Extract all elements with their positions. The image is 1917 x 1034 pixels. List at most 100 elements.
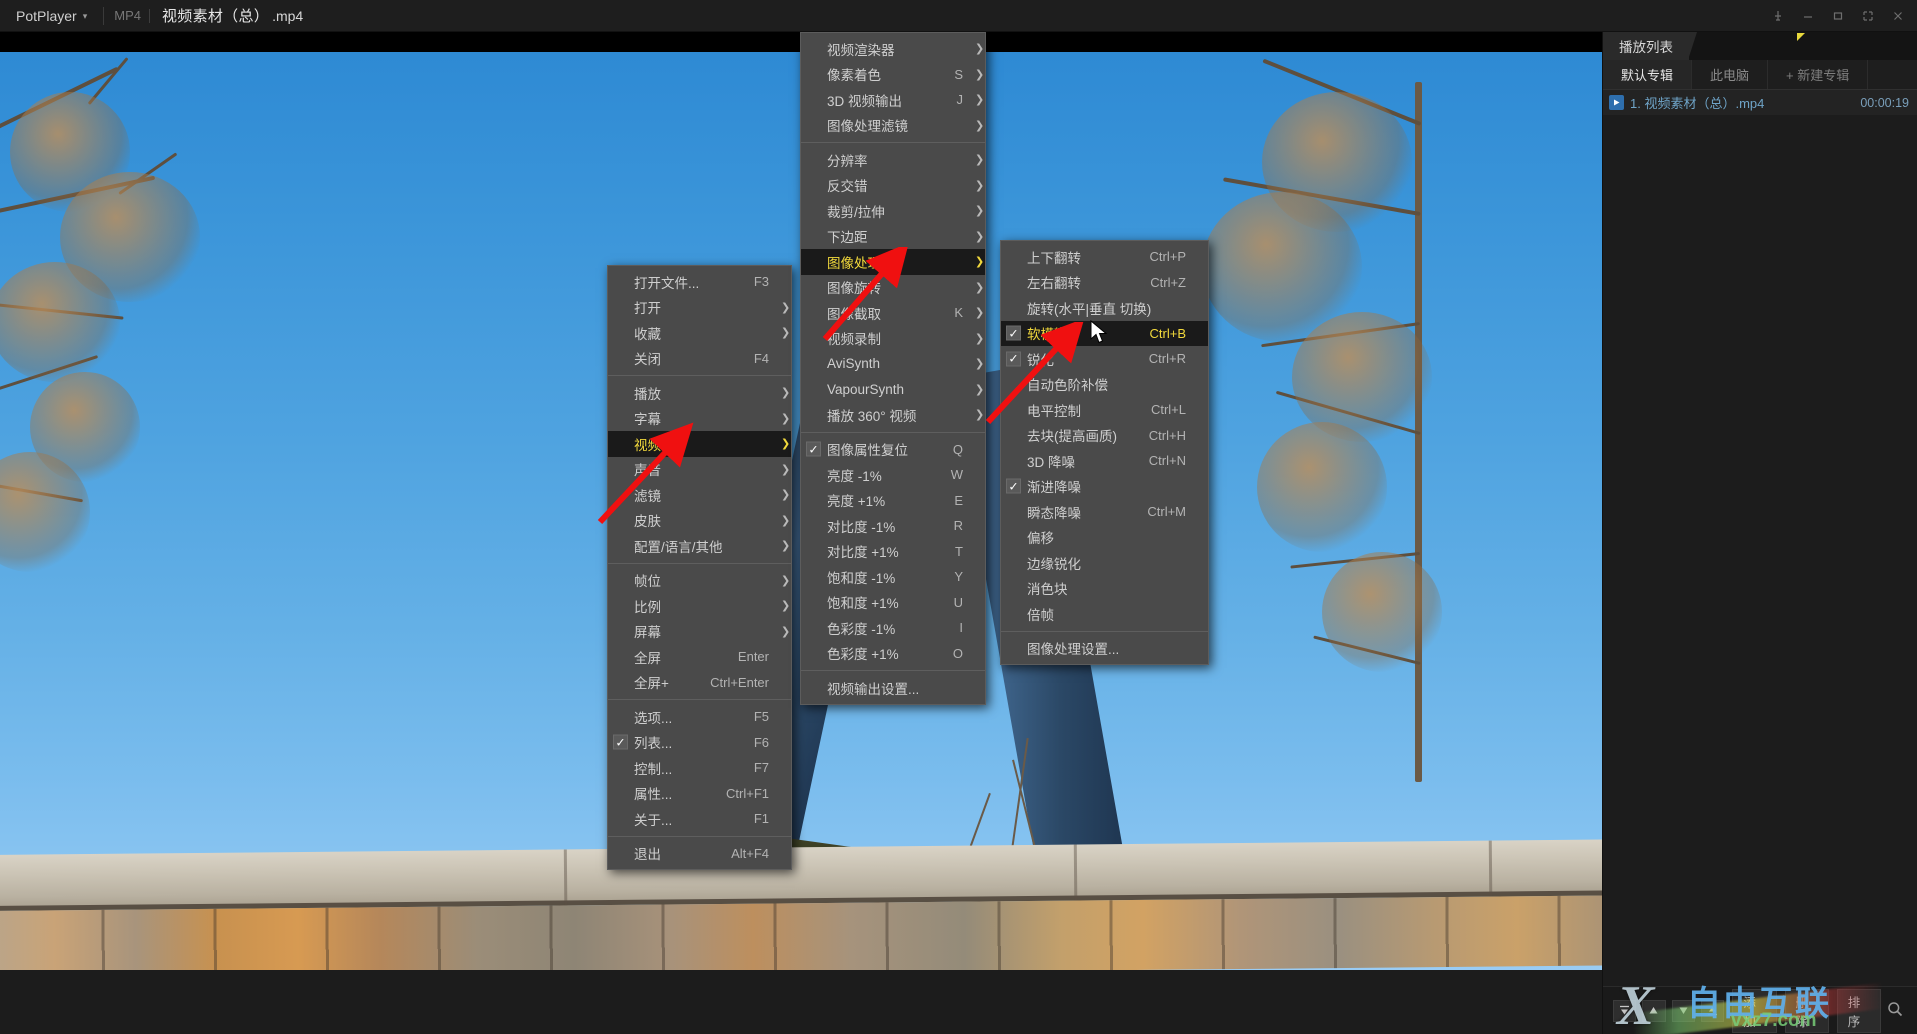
menu-item[interactable]: VapourSynth ❯ bbox=[801, 377, 985, 403]
menu-item[interactable]: 关闭 F4 bbox=[608, 346, 791, 372]
menu-item[interactable]: 视频 ❯ bbox=[608, 431, 791, 457]
menu-item[interactable]: 视频输出设置... bbox=[801, 675, 985, 701]
menu-item-label: 关于... bbox=[634, 812, 673, 828]
menu-item[interactable]: 反交错 ❯ bbox=[801, 173, 985, 199]
tree-left bbox=[0, 57, 270, 712]
menu-item[interactable]: 收藏 ❯ bbox=[608, 320, 791, 346]
pin-icon[interactable] bbox=[1763, 1, 1793, 31]
menu-item-label: 倍帧 bbox=[1027, 607, 1054, 623]
menu-item[interactable]: 全屏+ Ctrl+Enter bbox=[608, 670, 791, 696]
menu-item-shortcut: O bbox=[952, 645, 963, 661]
menu-item[interactable]: 分辨率 ❯ bbox=[801, 147, 985, 173]
menu-item[interactable]: 声音 ❯ bbox=[608, 457, 791, 483]
album-tab-default[interactable]: 默认专辑 bbox=[1603, 60, 1693, 89]
menu-item[interactable]: 视频录制 ❯ bbox=[801, 326, 985, 352]
title-divider bbox=[103, 6, 105, 25]
menu-item[interactable]: 屏幕 ❯ bbox=[608, 619, 791, 645]
submenu-arrow-icon: ❯ bbox=[975, 119, 985, 132]
menu-item[interactable]: 滤镜 ❯ bbox=[608, 482, 791, 508]
menu-item[interactable]: 自动色阶补偿 bbox=[1001, 372, 1208, 398]
chevron-down-icon: ▾ bbox=[82, 11, 88, 21]
menu-item[interactable]: 消色块 bbox=[1001, 576, 1208, 602]
menu-item[interactable]: 色彩度 +1% O bbox=[801, 641, 985, 667]
minimize-icon[interactable] bbox=[1793, 1, 1823, 31]
menu-item[interactable]: 下边距 ❯ bbox=[801, 224, 985, 250]
close-icon[interactable] bbox=[1883, 1, 1913, 31]
menu-item[interactable]: ✓ 渐进降噪 bbox=[1001, 474, 1208, 500]
menu-item-label: 比例 bbox=[634, 599, 661, 615]
menu-item-label: 皮肤 bbox=[634, 514, 661, 530]
menu-item[interactable]: 全屏 Enter bbox=[608, 644, 791, 670]
move-down-button[interactable] bbox=[1671, 999, 1695, 1022]
menu-item[interactable]: 比例 ❯ bbox=[608, 593, 791, 619]
menu-item[interactable]: 打开 ❯ bbox=[608, 295, 791, 321]
move-to-top-button[interactable] bbox=[1613, 999, 1637, 1022]
album-tab-new[interactable]: + 新建专辑 bbox=[1768, 60, 1869, 89]
submenu-arrow-icon: ❯ bbox=[781, 540, 791, 553]
menu-item[interactable]: 对比度 +1% T bbox=[801, 539, 985, 565]
menu-item[interactable]: ✓ 列表... F6 bbox=[608, 730, 791, 756]
menu-item[interactable]: 图像处理 ❯ bbox=[801, 249, 985, 275]
menu-item[interactable]: 控制... F7 bbox=[608, 755, 791, 781]
menu-item[interactable]: 偏移 bbox=[1001, 525, 1208, 551]
menu-item[interactable]: 字幕 ❯ bbox=[608, 406, 791, 432]
menu-item[interactable]: 播放 360° 视频 ❯ bbox=[801, 402, 985, 428]
menu-item[interactable]: 属性... Ctrl+F1 bbox=[608, 781, 791, 807]
menu-item[interactable]: 帧位 ❯ bbox=[608, 568, 791, 594]
menu-item[interactable]: 去块(提高画质) Ctrl+H bbox=[1001, 423, 1208, 449]
menu-item[interactable]: 裁剪/拉伸 ❯ bbox=[801, 198, 985, 224]
menu-item[interactable]: 电平控制 Ctrl+L bbox=[1001, 397, 1208, 423]
menu-item[interactable]: 上下翻转 Ctrl+P bbox=[1001, 244, 1208, 270]
menu-item[interactable]: 退出 Alt+F4 bbox=[608, 841, 791, 867]
menu-item[interactable]: 饱和度 -1% Y bbox=[801, 564, 985, 590]
menu-item[interactable]: 3D 视频输出 J ❯ bbox=[801, 87, 985, 113]
delete-button[interactable]: 删除 bbox=[1784, 988, 1829, 1033]
menu-item[interactable]: 对比度 -1% R bbox=[801, 513, 985, 539]
menu-item[interactable]: 图像截取 K ❯ bbox=[801, 300, 985, 326]
add-button[interactable]: 添加 bbox=[1732, 988, 1777, 1033]
menu-item[interactable]: 图像处理设置... bbox=[1001, 636, 1208, 662]
menu-item[interactable]: ✓ 图像属性复位 Q bbox=[801, 437, 985, 463]
menu-item[interactable]: 倍帧 bbox=[1001, 601, 1208, 627]
video-area[interactable]: 打开文件... F3 打开 ❯ 收藏 ❯ 关闭 F4 播放 ❯ 字幕 ❯ 视频 ❯ 声音 ❯ 滤镜 ❯ 皮肤 ❯ 配置/… bbox=[0, 32, 1602, 970]
main-context-menu[interactable]: 打开文件... F3 打开 ❯ 收藏 ❯ 关闭 F4 播放 ❯ 字幕 ❯ 视频 ❯ 声音 ❯ 滤镜 ❯ 皮肤 ❯ 配置/… bbox=[607, 265, 792, 870]
menu-item[interactable]: 左右翻转 Ctrl+Z bbox=[1001, 270, 1208, 296]
menu-item[interactable]: ✓ 软模糊 Ctrl+B bbox=[1001, 320, 1208, 346]
menu-item[interactable]: 图像旋转 ❯ bbox=[801, 275, 985, 301]
sort-button[interactable]: 排序 bbox=[1836, 988, 1882, 1033]
menu-item[interactable]: 边缘锐化 bbox=[1001, 550, 1208, 576]
move-up-button[interactable] bbox=[1642, 999, 1666, 1022]
menu-item[interactable]: 选项... F5 bbox=[608, 704, 791, 730]
menu-item[interactable]: 皮肤 ❯ bbox=[608, 508, 791, 534]
menu-item-label: 选项... bbox=[634, 710, 673, 726]
search-icon[interactable] bbox=[1887, 1001, 1907, 1021]
tab-playlist[interactable]: 播放列表 bbox=[1603, 32, 1697, 60]
menu-item[interactable]: ✓ 锐化 Ctrl+R bbox=[1001, 346, 1208, 372]
menu-item[interactable]: 亮度 +1% E bbox=[801, 488, 985, 514]
move-to-bottom-button[interactable] bbox=[1700, 999, 1725, 1022]
album-tab-this-pc[interactable]: 此电脑 bbox=[1692, 60, 1769, 89]
maximize-icon[interactable] bbox=[1823, 1, 1853, 31]
menu-item[interactable]: 饱和度 +1% U bbox=[801, 590, 985, 616]
menu-item[interactable]: 视频渲染器 ❯ bbox=[801, 36, 985, 62]
menu-item[interactable]: 图像处理滤镜 ❯ bbox=[801, 113, 985, 139]
playlist-items[interactable]: 1. 视频素材（总）.mp4 00:00:19 bbox=[1603, 90, 1917, 986]
menu-item[interactable]: AviSynth ❯ bbox=[801, 351, 985, 377]
menu-item[interactable]: 旋转(水平|垂直 切换) bbox=[1001, 295, 1208, 321]
menu-item[interactable]: 关于... F1 bbox=[608, 806, 791, 832]
image-processing-submenu[interactable]: 上下翻转 Ctrl+P 左右翻转 Ctrl+Z 旋转(水平|垂直 切换) ✓ 软模糊 Ctrl… bbox=[1000, 240, 1209, 665]
menu-item[interactable]: 像素着色 S ❯ bbox=[801, 62, 985, 88]
menu-item[interactable]: 亮度 -1% W bbox=[801, 462, 985, 488]
menu-item-shortcut: Ctrl+H bbox=[1148, 427, 1186, 443]
menu-item[interactable]: 打开文件... F3 bbox=[608, 269, 791, 295]
menu-item[interactable]: 播放 ❯ bbox=[608, 380, 791, 406]
app-menu-button[interactable]: PotPlayer ▾ bbox=[0, 0, 101, 32]
menu-item[interactable]: 3D 降噪 Ctrl+N bbox=[1001, 448, 1208, 474]
video-submenu[interactable]: 视频渲染器 ❯ 像素着色 S ❯ 3D 视频输出 J ❯ 图像处理滤镜 ❯ 分辨率 ❯ 反交错 ❯ 裁剪/拉… bbox=[800, 32, 986, 705]
restore-icon[interactable] bbox=[1853, 1, 1883, 31]
menu-item[interactable]: 瞬态降噪 Ctrl+M bbox=[1001, 499, 1208, 525]
list-item[interactable]: 1. 视频素材（总）.mp4 00:00:19 bbox=[1603, 90, 1917, 115]
menu-item-label: 图像旋转 bbox=[827, 281, 881, 297]
menu-item[interactable]: 配置/语言/其他 ❯ bbox=[608, 533, 791, 559]
menu-item[interactable]: 色彩度 -1% I bbox=[801, 615, 985, 641]
